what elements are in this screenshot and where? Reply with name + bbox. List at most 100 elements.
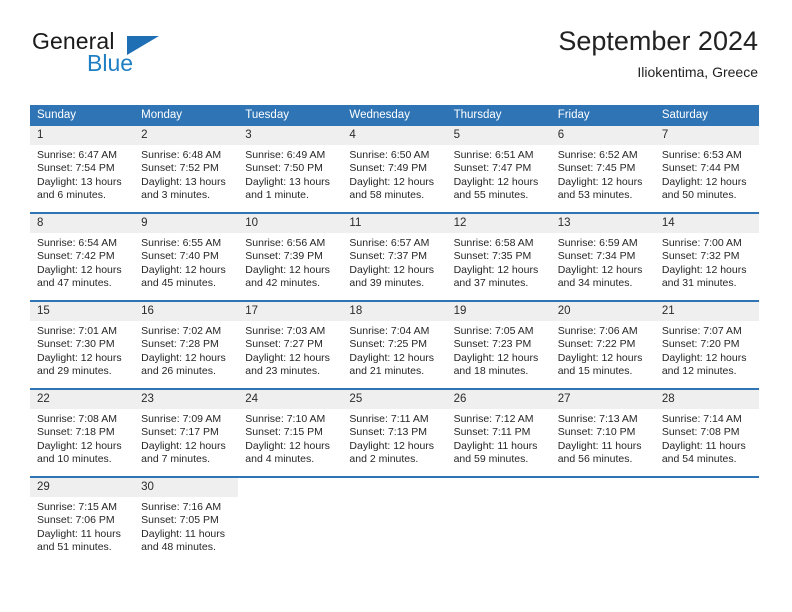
weekday-header-saturday: Saturday — [654, 105, 759, 126]
day-number: 25 — [342, 390, 447, 409]
day-details: Sunrise: 7:01 AM Sunset: 7:30 PM Dayligh… — [30, 321, 134, 379]
daylight-text-line1: Daylight: 13 hours — [141, 175, 226, 188]
day-details: Sunrise: 7:10 AM Sunset: 7:15 PM Dayligh… — [238, 409, 342, 467]
daylight-text-line2: and 2 minutes. — [349, 453, 419, 466]
day-number — [654, 478, 759, 497]
daylight-text-line2: and 15 minutes. — [557, 365, 633, 378]
sunset-text: Sunset: 7:28 PM — [141, 338, 219, 351]
calendar-body: 1 Sunrise: 6:47 AM Sunset: 7:54 PM Dayli… — [30, 126, 759, 564]
day-details: Sunrise: 7:15 AM Sunset: 7:06 PM Dayligh… — [30, 497, 134, 555]
daylight-text-line1: Daylight: 12 hours — [349, 439, 435, 452]
calendar-day-cell[interactable]: 6 Sunrise: 6:52 AM Sunset: 7:45 PM Dayli… — [550, 126, 655, 213]
calendar-day-cell[interactable]: 3 Sunrise: 6:49 AM Sunset: 7:50 PM Dayli… — [238, 126, 343, 213]
sunrise-text: Sunrise: 7:03 AM — [245, 325, 326, 337]
calendar-day-cell[interactable]: 13 Sunrise: 6:59 AM Sunset: 7:34 PM Dayl… — [550, 212, 655, 301]
calendar-day-cell[interactable]: 10 Sunrise: 6:56 AM Sunset: 7:39 PM Dayl… — [238, 212, 343, 301]
day-details: Sunrise: 6:49 AM Sunset: 7:50 PM Dayligh… — [238, 145, 342, 203]
calendar-day-cell[interactable]: 8 Sunrise: 6:54 AM Sunset: 7:42 PM Dayli… — [30, 212, 135, 301]
day-number: 26 — [446, 390, 551, 409]
calendar-day-cell[interactable]: 20 Sunrise: 7:06 AM Sunset: 7:22 PM Dayl… — [550, 300, 655, 389]
sunset-text: Sunset: 7:32 PM — [661, 250, 740, 263]
calendar-day-cell[interactable]: 22 Sunrise: 7:08 AM Sunset: 7:18 PM Dayl… — [30, 388, 135, 477]
day-number: 7 — [654, 126, 759, 145]
calendar-day-cell-empty — [446, 476, 551, 564]
calendar-day-cell[interactable]: 28 Sunrise: 7:14 AM Sunset: 7:08 PM Dayl… — [654, 388, 759, 477]
calendar-day-cell[interactable]: 30 Sunrise: 7:16 AM Sunset: 7:05 PM Dayl… — [134, 476, 239, 564]
calendar-day-cell[interactable]: 16 Sunrise: 7:02 AM Sunset: 7:28 PM Dayl… — [134, 300, 239, 389]
calendar-day-cell[interactable]: 4 Sunrise: 6:50 AM Sunset: 7:49 PM Dayli… — [342, 126, 447, 213]
sunset-text: Sunset: 7:44 PM — [661, 162, 740, 175]
sunset-text: Sunset: 7:42 PM — [37, 250, 115, 263]
day-details: Sunrise: 7:00 AM Sunset: 7:32 PM Dayligh… — [655, 233, 759, 291]
calendar-day-cell[interactable]: 26 Sunrise: 7:12 AM Sunset: 7:11 PM Dayl… — [446, 388, 551, 477]
brand-name-blue: Blue — [87, 50, 134, 76]
calendar-day-cell[interactable]: 25 Sunrise: 7:11 AM Sunset: 7:13 PM Dayl… — [342, 388, 447, 477]
calendar-day-cell[interactable]: 27 Sunrise: 7:13 AM Sunset: 7:10 PM Dayl… — [550, 388, 655, 477]
day-number: 14 — [654, 214, 759, 233]
daylight-text-line2: and 48 minutes. — [141, 541, 216, 554]
sunset-text: Sunset: 7:15 PM — [245, 426, 323, 439]
daylight-text-line1: Daylight: 12 hours — [245, 439, 330, 452]
calendar-day-cell[interactable]: 2 Sunrise: 6:48 AM Sunset: 7:52 PM Dayli… — [134, 126, 239, 213]
daylight-text-line2: and 23 minutes. — [245, 365, 320, 378]
daylight-text-line1: Daylight: 13 hours — [245, 175, 330, 188]
calendar-day-cell[interactable]: 14 Sunrise: 7:00 AM Sunset: 7:32 PM Dayl… — [654, 212, 759, 301]
calendar-day-cell[interactable]: 11 Sunrise: 6:57 AM Sunset: 7:37 PM Dayl… — [342, 212, 447, 301]
sunrise-text: Sunrise: 7:01 AM — [37, 325, 117, 337]
brand-logo[interactable]: General Blue — [30, 28, 260, 86]
day-details: Sunrise: 6:50 AM Sunset: 7:49 PM Dayligh… — [342, 145, 446, 203]
daylight-text-line2: and 1 minute. — [245, 189, 309, 202]
day-details: Sunrise: 7:04 AM Sunset: 7:25 PM Dayligh… — [342, 321, 446, 379]
calendar-day-cell[interactable]: 12 Sunrise: 6:58 AM Sunset: 7:35 PM Dayl… — [446, 212, 551, 301]
day-number: 28 — [654, 390, 759, 409]
calendar-day-cell[interactable]: 17 Sunrise: 7:03 AM Sunset: 7:27 PM Dayl… — [238, 300, 343, 389]
day-number: 11 — [342, 214, 447, 233]
calendar-day-cell-empty — [342, 476, 447, 564]
calendar-day-cell[interactable]: 15 Sunrise: 7:01 AM Sunset: 7:30 PM Dayl… — [30, 300, 135, 389]
sunset-text: Sunset: 7:05 PM — [141, 514, 219, 527]
daylight-text-line2: and 51 minutes. — [37, 541, 112, 554]
daylight-text-line2: and 29 minutes. — [37, 365, 112, 378]
sunrise-text: Sunrise: 7:07 AM — [661, 325, 742, 337]
calendar-day-cell[interactable]: 23 Sunrise: 7:09 AM Sunset: 7:17 PM Dayl… — [134, 388, 239, 477]
weekday-header-thursday: Thursday — [446, 105, 551, 126]
calendar-day-cell[interactable]: 7 Sunrise: 6:53 AM Sunset: 7:44 PM Dayli… — [654, 126, 759, 213]
day-details: Sunrise: 6:48 AM Sunset: 7:52 PM Dayligh… — [134, 145, 238, 203]
sunrise-text: Sunrise: 6:54 AM — [37, 237, 117, 249]
calendar-day-cell[interactable]: 5 Sunrise: 6:51 AM Sunset: 7:47 PM Dayli… — [446, 126, 551, 213]
day-number — [550, 478, 655, 497]
sunrise-text: Sunrise: 6:47 AM — [37, 149, 117, 161]
daylight-text-line2: and 4 minutes. — [245, 453, 315, 466]
daylight-text-line1: Daylight: 12 hours — [349, 351, 435, 364]
daylight-text-line1: Daylight: 12 hours — [661, 263, 747, 276]
daylight-text-line1: Daylight: 12 hours — [453, 263, 539, 276]
day-details: Sunrise: 7:03 AM Sunset: 7:27 PM Dayligh… — [238, 321, 342, 379]
daylight-text-line1: Daylight: 12 hours — [245, 351, 330, 364]
daylight-text-line2: and 58 minutes. — [349, 189, 425, 202]
day-number: 20 — [550, 302, 655, 321]
weekday-header-wednesday: Wednesday — [342, 105, 447, 126]
calendar-day-cell[interactable]: 1 Sunrise: 6:47 AM Sunset: 7:54 PM Dayli… — [30, 126, 135, 213]
calendar-day-cell[interactable]: 21 Sunrise: 7:07 AM Sunset: 7:20 PM Dayl… — [654, 300, 759, 389]
calendar-day-cell[interactable]: 24 Sunrise: 7:10 AM Sunset: 7:15 PM Dayl… — [238, 388, 343, 477]
sunrise-text: Sunrise: 7:12 AM — [453, 413, 534, 425]
sunrise-text: Sunrise: 7:16 AM — [141, 501, 222, 513]
day-number: 22 — [30, 390, 135, 409]
day-details: Sunrise: 6:53 AM Sunset: 7:44 PM Dayligh… — [655, 145, 759, 203]
daylight-text-line1: Daylight: 11 hours — [661, 439, 746, 452]
sunrise-text: Sunrise: 7:00 AM — [661, 237, 742, 249]
sunrise-text: Sunrise: 6:56 AM — [245, 237, 326, 249]
calendar-header-row: Sunday Monday Tuesday Wednesday Thursday… — [30, 105, 759, 126]
calendar-day-cell[interactable]: 29 Sunrise: 7:15 AM Sunset: 7:06 PM Dayl… — [30, 476, 135, 564]
sunset-text: Sunset: 7:23 PM — [453, 338, 532, 351]
daylight-text-line2: and 3 minutes. — [141, 189, 211, 202]
calendar-day-cell[interactable]: 18 Sunrise: 7:04 AM Sunset: 7:25 PM Dayl… — [342, 300, 447, 389]
daylight-text-line1: Daylight: 12 hours — [453, 351, 539, 364]
day-number: 12 — [446, 214, 551, 233]
day-details: Sunrise: 6:56 AM Sunset: 7:39 PM Dayligh… — [238, 233, 342, 291]
calendar-day-cell[interactable]: 19 Sunrise: 7:05 AM Sunset: 7:23 PM Dayl… — [446, 300, 551, 389]
daylight-text-line2: and 59 minutes. — [453, 453, 529, 466]
calendar-day-cell[interactable]: 9 Sunrise: 6:55 AM Sunset: 7:40 PM Dayli… — [134, 212, 239, 301]
day-number: 17 — [238, 302, 343, 321]
daylight-text-line1: Daylight: 12 hours — [245, 263, 330, 276]
